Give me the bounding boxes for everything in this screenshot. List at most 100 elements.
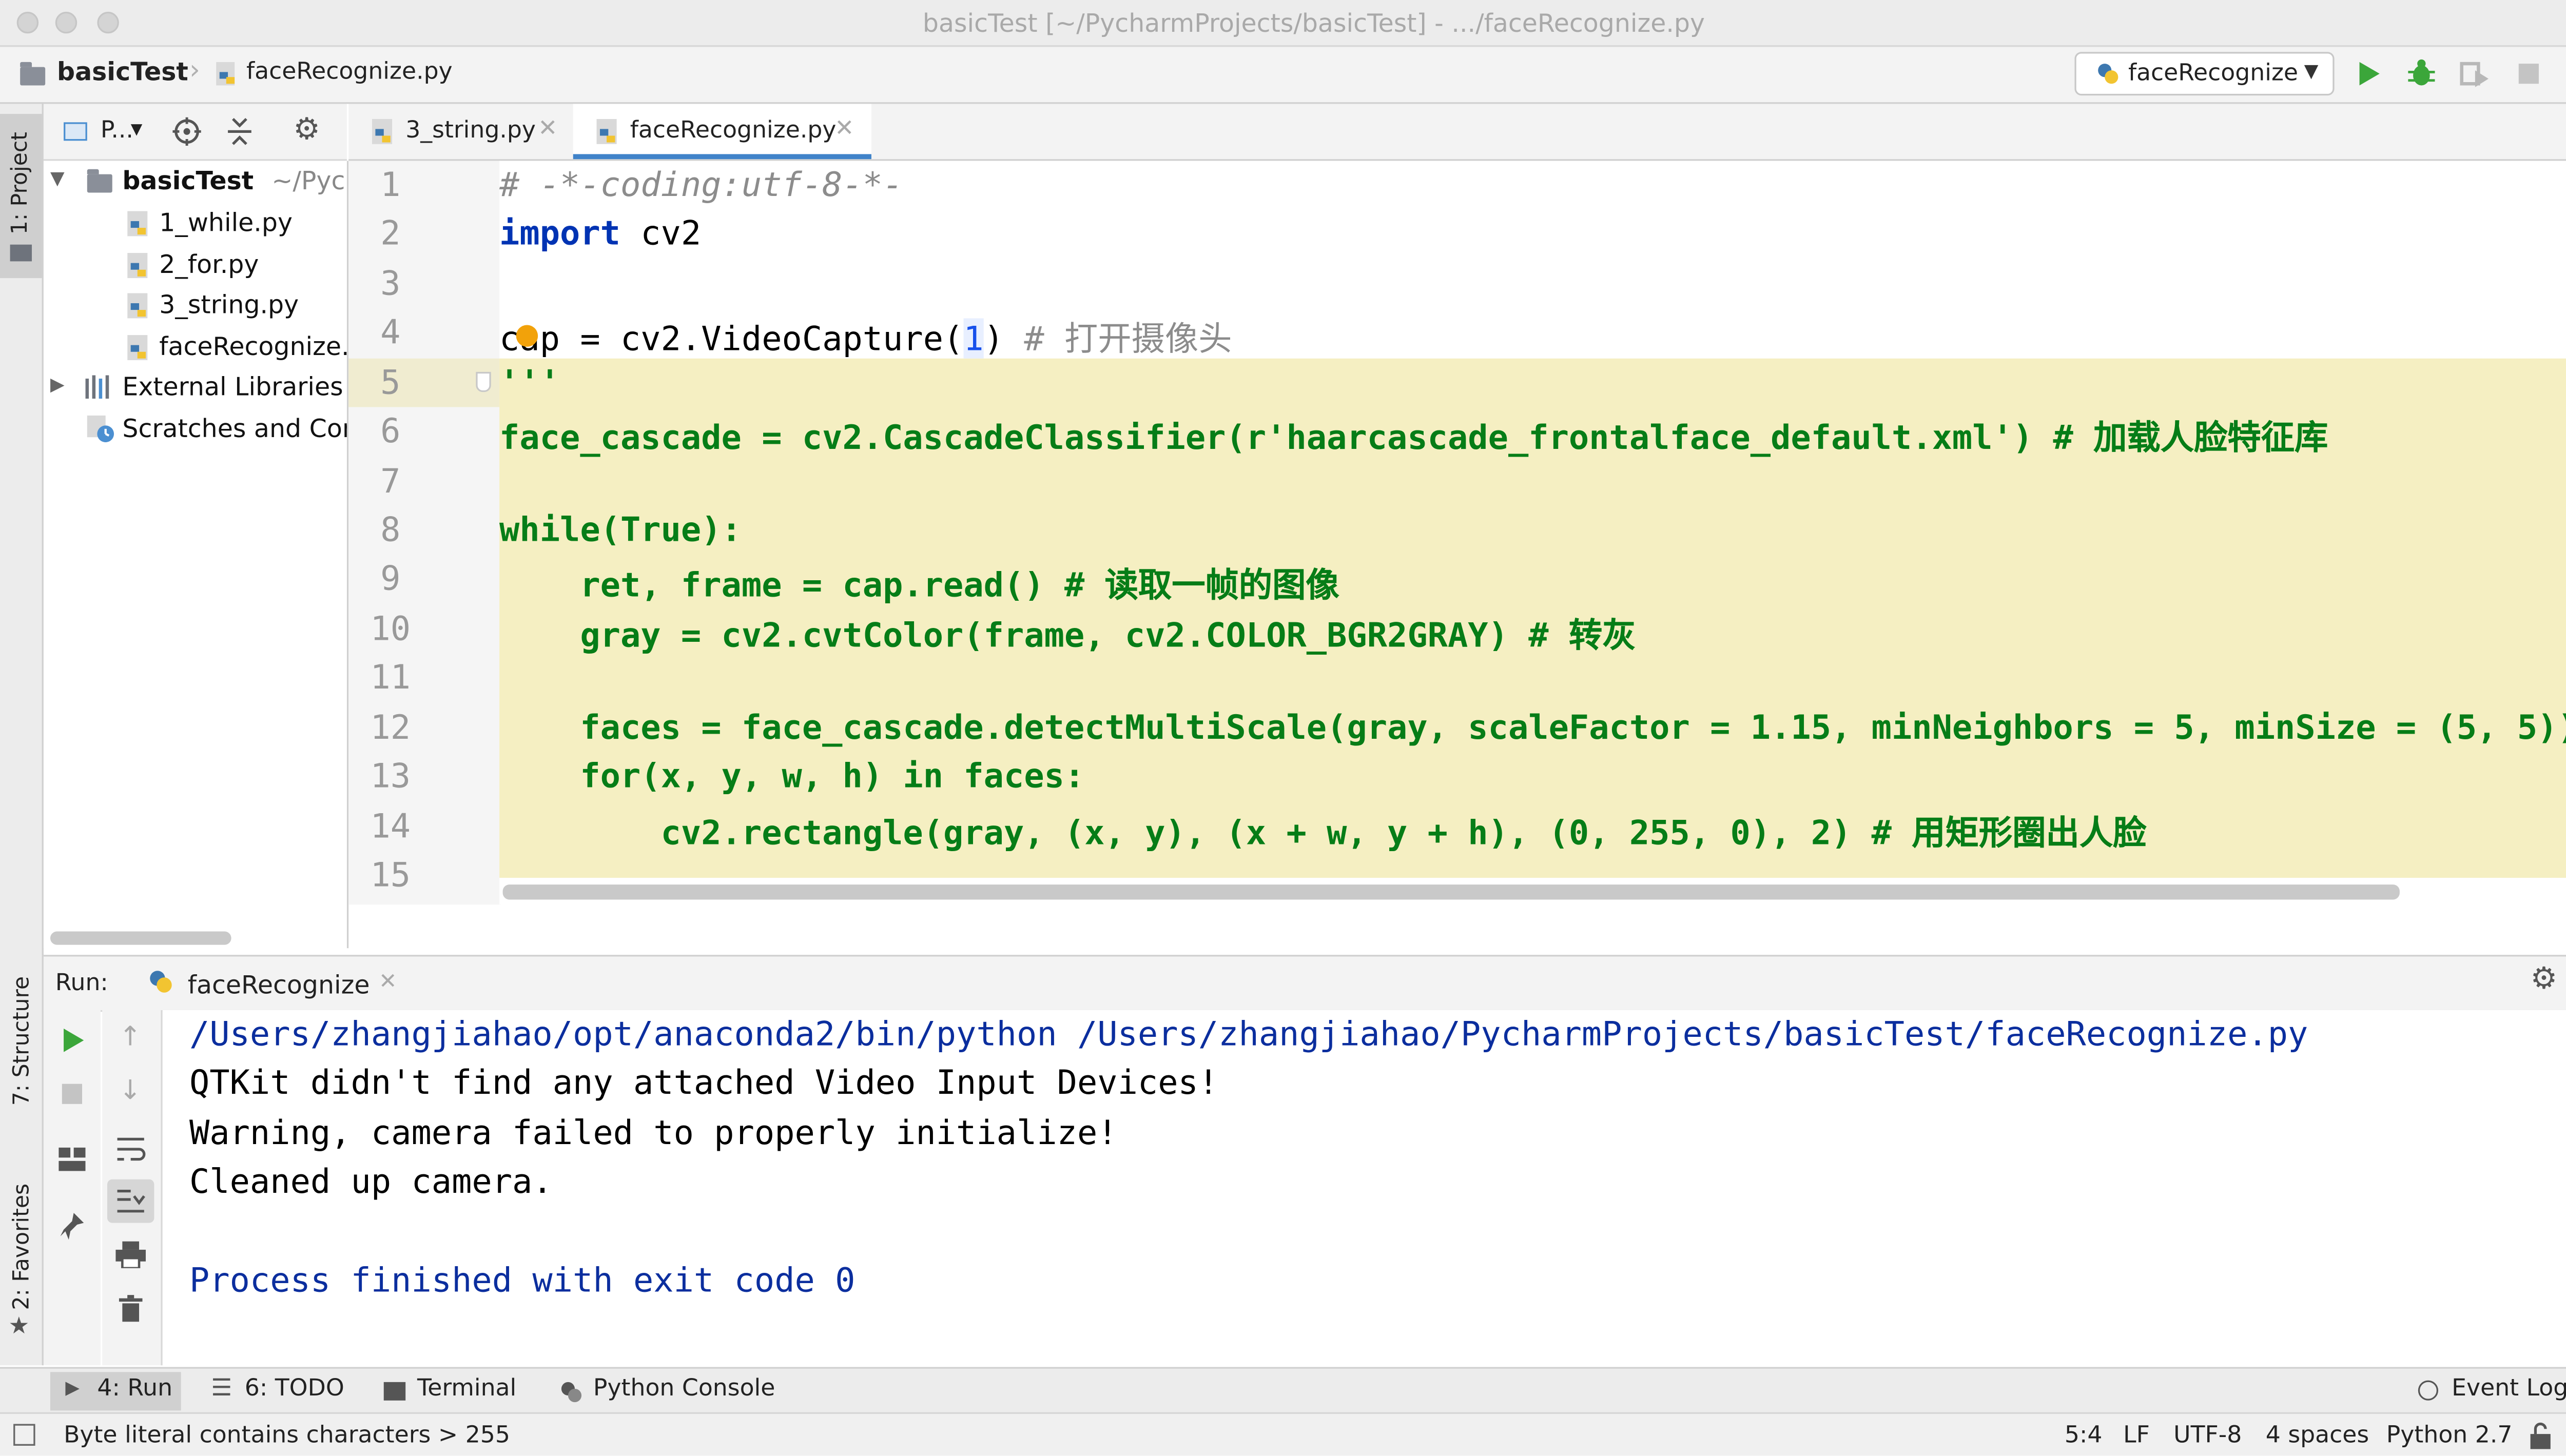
run-label: Run:	[55, 970, 108, 997]
editor-tab-bar: 3_string.py ✕ faceRecognize.py ✕	[348, 104, 2566, 161]
pin-icon[interactable]	[59, 1211, 85, 1242]
code-line-6: face_cascade = cv2.CascadeClassifier(r'h…	[499, 417, 2328, 458]
tree-external-libraries[interactable]: External Libraries	[122, 372, 347, 402]
rerun-icon[interactable]	[62, 1027, 86, 1054]
project-tab-label: 1: Project	[8, 132, 34, 235]
collapse-all-icon[interactable]	[226, 117, 253, 146]
stop-icon[interactable]	[62, 1084, 83, 1104]
project-tree: ▼ basicTest ~/Pyc 1_while.py 2_for.py 3_…	[43, 161, 349, 949]
soft-wrap-icon[interactable]	[115, 1136, 146, 1163]
tab-faceRecognize[interactable]: faceRecognize.py ✕	[573, 104, 871, 160]
console-line: Warning, camera failed to properly initi…	[189, 1112, 1118, 1153]
tree-root-basicTest[interactable]: basicTest ~/Pyc	[122, 166, 347, 196]
status-bar: Byte literal contains characters > 255 5…	[0, 1412, 2566, 1456]
folder-icon	[20, 62, 46, 86]
run-tool-tab[interactable]: ▶ 4: Run	[50, 1372, 181, 1411]
code-comment: # 打开摄像头	[1024, 318, 1232, 359]
line-number: 5	[380, 362, 401, 402]
gear-icon[interactable]: ⚙	[2531, 961, 2558, 997]
code-line-4: cap = cv2.VideoCapture(1) # 打开摄像头	[499, 311, 1232, 360]
project-tool-tab[interactable]: 1: Project	[0, 114, 42, 279]
gear-icon[interactable]: ⚙	[293, 112, 320, 148]
folder-icon	[10, 244, 32, 262]
restore-layout-icon[interactable]	[59, 1147, 86, 1171]
chevron-right-icon[interactable]: ▶	[50, 373, 65, 395]
print-icon[interactable]	[115, 1241, 146, 1268]
python-file-icon	[127, 335, 148, 361]
tree-file-faceRecognize[interactable]: faceRecognize.py	[159, 332, 347, 362]
project-view-selector[interactable]: P...	[101, 117, 133, 144]
chevron-down-icon: ▼	[130, 122, 143, 140]
title-bar: basicTest [~/PycharmProjects/basicTest] …	[0, 0, 2566, 47]
event-log-icon	[2418, 1380, 2439, 1401]
keyword-import: import	[499, 212, 620, 253]
code-line-5: '''	[499, 362, 560, 402]
tree-file-2_for[interactable]: 2_for.py	[159, 250, 259, 280]
scroll-to-end-icon	[117, 1190, 145, 1213]
console-line: QTKit didn't find any attached Video Inp…	[189, 1062, 1219, 1103]
run-icon[interactable]	[2358, 61, 2381, 87]
arrow-down-icon[interactable]: ↓	[119, 1074, 142, 1106]
run-with-coverage-icon[interactable]	[2460, 61, 2490, 87]
run-tab-label[interactable]: faceRecognize	[188, 970, 370, 1000]
python-file-icon	[127, 211, 148, 237]
tab-label: 3_string.py	[405, 117, 536, 144]
scroll-to-end-toggle[interactable]	[107, 1179, 154, 1223]
line-separator[interactable]: LF	[2123, 1422, 2150, 1449]
tab-3_string[interactable]: 3_string.py ✕	[348, 104, 571, 159]
debug-icon[interactable]	[2408, 58, 2435, 89]
fold-marker-icon[interactable]	[476, 371, 491, 392]
line-number: 14	[370, 805, 411, 846]
terminal-tab[interactable]: Terminal	[417, 1375, 516, 1402]
console-line: Cleaned up camera.	[189, 1160, 553, 1202]
trash-icon[interactable]	[119, 1295, 143, 1322]
bottom-tool-bar: ▶ 4: Run ☰ 6: TODO Terminal Python Conso…	[0, 1367, 2566, 1414]
star-icon: ★	[8, 1313, 30, 1341]
python-file-icon	[596, 119, 617, 144]
indent-setting[interactable]: 4 spaces	[2266, 1422, 2369, 1449]
stop-icon[interactable]	[2518, 64, 2539, 84]
unlock-icon[interactable]	[2529, 1422, 2552, 1449]
code-text: cv2	[620, 212, 702, 253]
code-line-2: import cv2	[499, 213, 701, 253]
close-icon[interactable]: ✕	[379, 970, 397, 995]
close-icon[interactable]: ✕	[538, 115, 557, 142]
tree-scratches-and-consoles[interactable]: Scratches and Consoles	[122, 414, 347, 444]
todo-tab[interactable]: 6: TODO	[245, 1375, 344, 1402]
code-line-12: faces = face_cascade.detectMultiScale(gr…	[499, 706, 2566, 747]
line-number: 12	[370, 706, 411, 747]
run-tab-label: 4: Run	[97, 1375, 173, 1403]
code-line-1: # -*-coding:utf-8-*-	[499, 164, 903, 205]
locate-file-icon[interactable]	[172, 117, 201, 146]
arrow-up-icon[interactable]: ↑	[119, 1020, 142, 1052]
breadcrumb-project[interactable]: basicTest	[57, 57, 188, 87]
project-horizontal-scrollbar[interactable]	[50, 931, 231, 945]
close-icon[interactable]: ✕	[834, 115, 854, 142]
folder-icon	[87, 169, 112, 193]
toggle-tool-windows-icon[interactable]	[13, 1424, 35, 1446]
run-toolbar-primary	[43, 1010, 101, 1366]
file-encoding[interactable]: UTF-8	[2173, 1422, 2242, 1449]
code-line-8: while(True):	[499, 509, 742, 550]
caret-position[interactable]: 5:4	[2065, 1422, 2103, 1449]
breadcrumb-file[interactable]: faceRecognize.py	[246, 58, 453, 85]
run-configuration-select[interactable]: faceRecognize ▼	[2074, 52, 2335, 96]
line-number: 11	[370, 657, 411, 697]
tree-file-3_string[interactable]: 3_string.py	[159, 290, 299, 320]
favorites-tab[interactable]: 2: Favorites	[10, 1184, 35, 1310]
list-icon: ☰	[211, 1375, 232, 1403]
tree-file-1_while[interactable]: 1_while.py	[159, 208, 293, 238]
editor-horizontal-scrollbar[interactable]	[502, 884, 2400, 900]
code-line-10: gray = cv2.cvtColor(frame, cv2.COLOR_BGR…	[499, 615, 1636, 655]
python-console-tab[interactable]: Python Console	[593, 1375, 775, 1402]
event-log-tab[interactable]: Event Log	[2452, 1375, 2566, 1402]
project-panel-toolbar: P... ▼ ⚙	[43, 104, 347, 161]
structure-tab[interactable]: 7: Structure	[10, 976, 35, 1106]
python-file-icon	[372, 119, 393, 144]
python-file-icon	[127, 253, 148, 279]
python-interpreter[interactable]: Python 2.7	[2386, 1422, 2513, 1449]
project-view-icon	[64, 122, 87, 141]
run-panel-header: Run: faceRecognize ✕ ⚙	[43, 955, 2566, 1012]
intention-bulb-icon[interactable]	[516, 325, 538, 347]
chevron-down-icon[interactable]: ▼	[50, 168, 65, 189]
